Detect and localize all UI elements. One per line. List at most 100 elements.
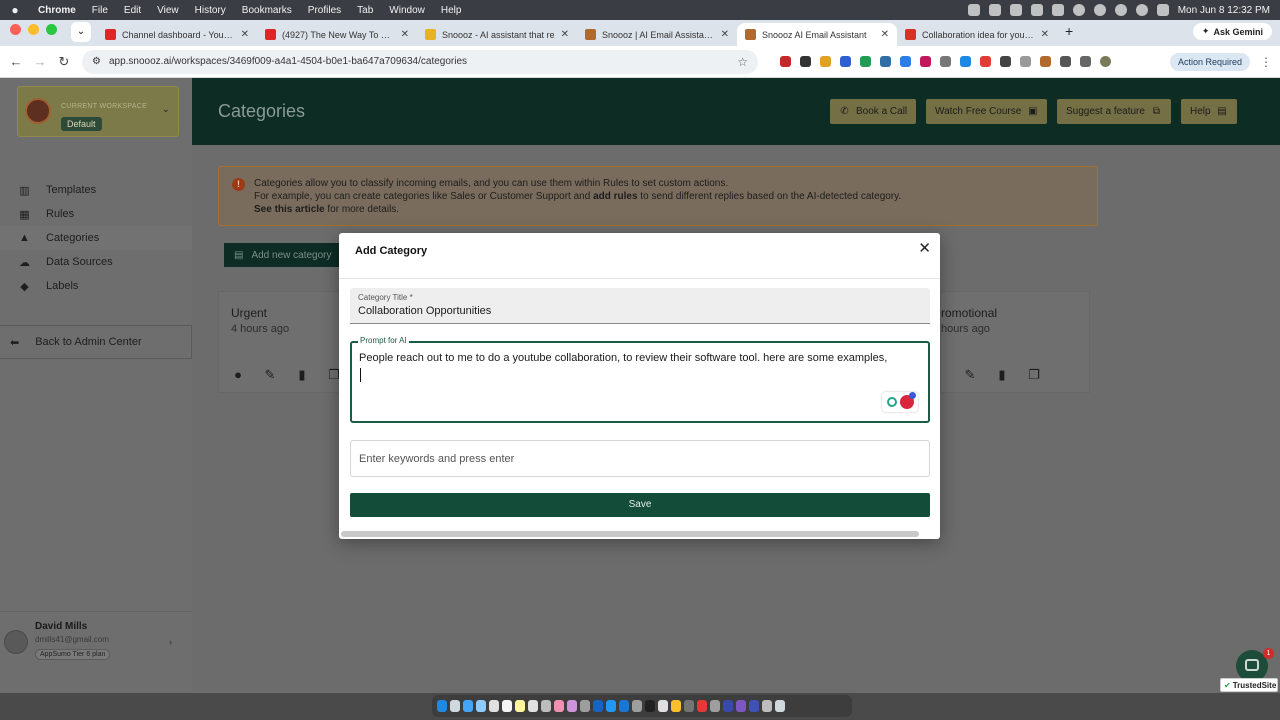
menu-help[interactable]: Help (433, 5, 470, 16)
tab-snoooz-assistant[interactable]: Snoooz - AI assistant that re ✕ (417, 23, 577, 46)
battery-icon[interactable] (1030, 4, 1043, 16)
extension-icon[interactable] (860, 56, 871, 67)
menu-profiles[interactable]: Profiles (300, 5, 349, 16)
app-store-icon[interactable] (606, 700, 616, 712)
tray-app-icon[interactable] (988, 4, 1001, 16)
close-tab-icon[interactable]: ✕ (1041, 29, 1049, 40)
horizontal-scrollbar[interactable] (341, 531, 919, 537)
writing-assistant-icon[interactable] (882, 392, 918, 412)
delete-icon[interactable]: ▮ (995, 367, 1009, 383)
chrome-icon[interactable] (671, 700, 681, 712)
extension-icon[interactable] (800, 56, 811, 67)
menu-tab[interactable]: Tab (349, 5, 381, 16)
browser-menu-icon[interactable]: ⋮ (1260, 55, 1272, 69)
app-icon[interactable] (762, 700, 772, 712)
site-info-icon[interactable]: ⚙ (92, 56, 101, 67)
app-icon[interactable] (593, 700, 603, 712)
gear-icon[interactable] (1072, 4, 1085, 16)
extension-icon[interactable] (1040, 56, 1051, 67)
tab-search-icon[interactable]: ⌄ (71, 21, 91, 42)
app-icon[interactable] (580, 700, 590, 712)
play-icon[interactable] (1093, 4, 1106, 16)
ask-gemini-button[interactable]: ✦ Ask Gemini (1192, 23, 1272, 40)
menu-history[interactable]: History (187, 5, 234, 16)
suggest-feature-button[interactable]: Suggest a feature ⧉ (1057, 99, 1171, 124)
app-icon[interactable] (658, 700, 668, 712)
close-tab-icon[interactable]: ✕ (241, 29, 249, 40)
extension-icon[interactable] (940, 56, 951, 67)
tab-channel-dashboard[interactable]: Channel dashboard - YouTube ✕ (97, 23, 257, 46)
new-tab-icon[interactable]: + (1057, 23, 1081, 43)
keywords-input[interactable] (350, 440, 930, 477)
back-to-admin-button[interactable]: ⬅ Back to Admin Center (0, 325, 192, 359)
app-icon[interactable] (723, 700, 733, 712)
sidebar-item-rules[interactable]: ▦ Rules (0, 202, 192, 226)
close-tab-icon[interactable]: ✕ (881, 29, 889, 40)
reading-list-icon[interactable] (1080, 56, 1091, 67)
profile-avatar-icon[interactable] (1100, 56, 1111, 67)
clock[interactable]: Mon Jun 8 12:32 PM (1178, 5, 1270, 16)
back-arrow-icon[interactable]: ← (4, 54, 28, 69)
sidebar-item-labels[interactable]: ◆ Labels (0, 274, 192, 298)
tab-snoooz-email-assistant-for[interactable]: Snoooz | AI Email Assistant fo ✕ (577, 23, 737, 46)
app-icon[interactable] (541, 700, 551, 712)
add-rules-link[interactable]: add rules (593, 191, 637, 202)
wifi-icon[interactable] (1114, 4, 1127, 16)
extension-icon[interactable] (900, 56, 911, 67)
action-required-button[interactable]: Action Required (1169, 52, 1250, 71)
prompt-for-ai-field[interactable]: Prompt for AI People reach out to me to … (350, 336, 930, 423)
system-settings-icon[interactable] (632, 700, 642, 712)
app-icon[interactable] (710, 700, 720, 712)
close-icon[interactable]: ✕ (918, 239, 931, 257)
extension-icon[interactable] (960, 56, 971, 67)
extension-icon[interactable] (880, 56, 891, 67)
app-icon[interactable] (697, 700, 707, 712)
apple-icon[interactable]: ● (0, 3, 30, 17)
see-article-link[interactable]: See this article (254, 204, 325, 215)
app-icon[interactable] (567, 700, 577, 712)
extension-icon[interactable] (1020, 56, 1031, 67)
menu-edit[interactable]: Edit (116, 5, 149, 16)
app-icon[interactable] (476, 700, 486, 712)
minimize-window-icon[interactable] (28, 23, 39, 35)
forward-arrow-icon[interactable]: → (28, 54, 52, 69)
extension-icon[interactable] (820, 56, 831, 67)
user-profile[interactable]: David Mills dmills41@gmail.com AppSumo T… (0, 611, 192, 671)
launchpad-icon[interactable] (450, 700, 460, 712)
menu-bookmarks[interactable]: Bookmarks (234, 5, 300, 16)
menu-view[interactable]: View (149, 5, 187, 16)
tab-collaboration-idea[interactable]: Collaboration idea for your Yo ✕ (897, 23, 1057, 46)
tab-snoooz-ai-email-assistant[interactable]: Snoooz AI Email Assistant ✕ (737, 23, 897, 46)
add-new-category-button[interactable]: ▤ Add new category (224, 243, 344, 267)
tray-app-icon[interactable] (967, 4, 980, 16)
audio-wave-icon[interactable] (1009, 4, 1022, 16)
book-a-call-button[interactable]: ✆ Book a Call (830, 99, 917, 124)
menu-file[interactable]: File (84, 5, 116, 16)
extension-icon[interactable] (1000, 56, 1011, 67)
extension-icon[interactable] (980, 56, 991, 67)
app-icon[interactable] (684, 700, 694, 712)
watch-free-course-button[interactable]: Watch Free Course ▣ (926, 99, 1048, 124)
maximize-window-icon[interactable] (46, 23, 57, 35)
menu-app-name[interactable]: Chrome (30, 5, 84, 16)
edit-icon[interactable]: ✎ (963, 367, 977, 383)
finder-icon[interactable] (437, 700, 447, 712)
app-icon[interactable] (554, 700, 564, 712)
notes-icon[interactable] (515, 700, 525, 712)
safari-icon[interactable] (463, 700, 473, 712)
close-tab-icon[interactable]: ✕ (561, 29, 569, 40)
app-icon[interactable] (528, 700, 538, 712)
extensions-puzzle-icon[interactable] (1060, 56, 1071, 67)
extension-icon[interactable] (920, 56, 931, 67)
extension-icon[interactable] (780, 56, 791, 67)
sidebar-item-templates[interactable]: ▥ Templates (0, 178, 192, 202)
grid-icon[interactable] (1051, 4, 1064, 16)
close-tab-icon[interactable]: ✕ (401, 29, 409, 40)
save-button[interactable]: Save (350, 493, 930, 517)
extension-icon[interactable] (840, 56, 851, 67)
control-center-icon[interactable] (1156, 4, 1169, 16)
edit-icon[interactable]: ✎ (263, 367, 277, 383)
trash-icon[interactable] (775, 700, 785, 712)
app-icon[interactable] (749, 700, 759, 712)
trusted-site-badge[interactable]: ✔ TrustedSite (1220, 678, 1278, 692)
